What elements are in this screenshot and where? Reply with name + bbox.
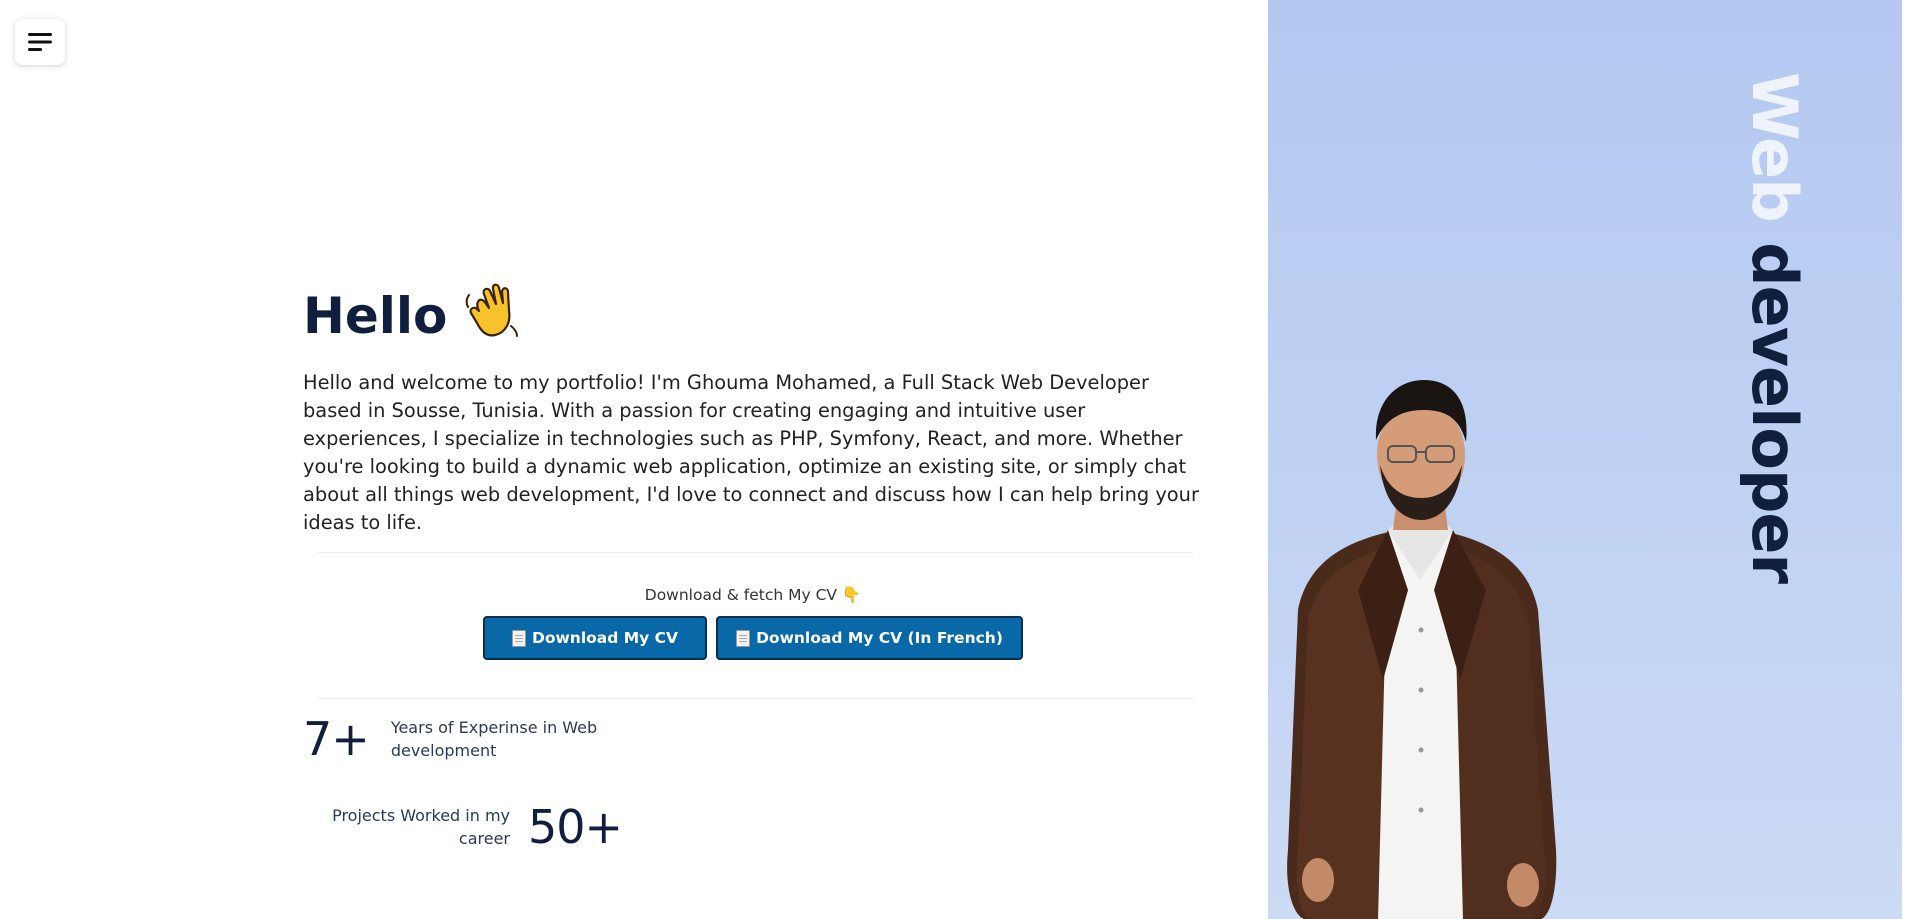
- years-experience-stat: 7+ Years of Experinse in Web development: [303, 712, 601, 766]
- document-icon: [736, 629, 751, 647]
- cv-caption: Download & fetch My CV 👇: [644, 586, 862, 604]
- vertical-title: Web developer: [1738, 72, 1811, 583]
- profile-panel: Web developer: [1268, 0, 1902, 919]
- divider: [317, 552, 1193, 553]
- divider: [317, 698, 1193, 699]
- projects-stat: Projects Worked in my career 50+: [320, 800, 623, 854]
- hero-section: Hello Hello and welcome to my portfolio!…: [303, 280, 1203, 699]
- intro-paragraph: Hello and welcome to my portfolio! I'm G…: [303, 371, 1199, 534]
- download-cv-label: Download My CV: [531, 629, 679, 647]
- profile-photo: [1287, 380, 1557, 919]
- document-icon: [511, 629, 526, 647]
- greeting-text: Hello: [303, 287, 448, 345]
- title-word-developer: developer: [1738, 242, 1811, 583]
- portfolio-page: Hello Hello and welcome to my portfolio!…: [0, 0, 1920, 919]
- waving-hand-icon: [465, 281, 521, 351]
- menu-button[interactable]: [15, 19, 65, 65]
- cv-button-group: Download My CV Download My CV (In French…: [303, 616, 1203, 660]
- hero-heading: Hello: [303, 280, 1203, 352]
- projects-value: 50+: [528, 800, 623, 854]
- projects-label: Projects Worked in my career: [332, 806, 510, 848]
- hamburger-menu-icon: [28, 33, 52, 51]
- title-word-web: Web: [1738, 72, 1811, 222]
- download-cv-french-label: Download My CV (In French): [756, 629, 1003, 647]
- years-value: 7+: [303, 712, 370, 766]
- download-cv-button[interactable]: Download My CV: [483, 616, 707, 660]
- years-label: Years of Experinse in Web development: [390, 718, 598, 760]
- download-cv-french-button[interactable]: Download My CV (In French): [716, 616, 1023, 660]
